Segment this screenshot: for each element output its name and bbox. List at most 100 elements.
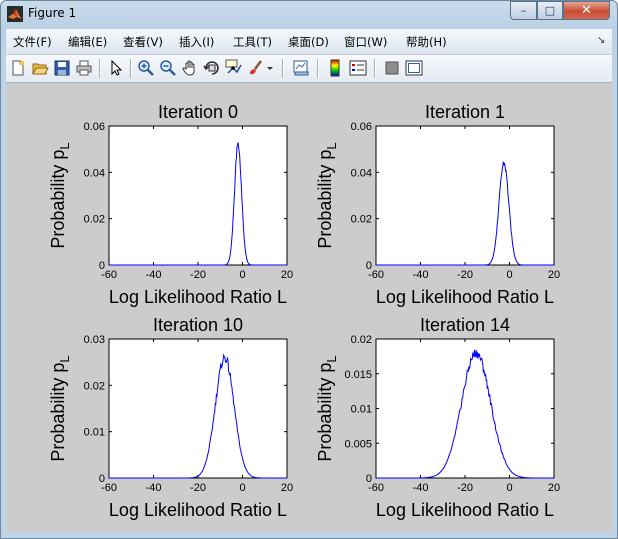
y-tick-label: 0.04 xyxy=(84,167,105,179)
menu-bar: 文件(F) 编辑(E) 查看(V) 插入(I) 工具(T) 桌面(D) 窗口(W… xyxy=(6,29,612,55)
minimize-button[interactable]: – xyxy=(510,1,537,20)
y-tick-label: 0.015 xyxy=(344,369,372,381)
y-tick-label: 0 xyxy=(366,473,372,485)
y-axis-label-subscript: L xyxy=(324,355,339,362)
x-tick-label: 20 xyxy=(548,269,560,281)
window-client-area: 文件(F) 编辑(E) 查看(V) 插入(I) 工具(T) 桌面(D) 窗口(W… xyxy=(6,29,612,532)
x-tick-label: -20 xyxy=(457,269,473,281)
axes-box xyxy=(108,338,288,479)
subplot-2[interactable]: Iteration 1-60 -40 -20 0 2000.020.040.06Log … xyxy=(315,102,560,307)
open-file-icon[interactable] xyxy=(31,59,49,77)
edit-plot-arrow-icon[interactable] xyxy=(107,59,125,77)
close-icon: ✕ xyxy=(581,3,592,18)
menu-file[interactable]: 文件(F) xyxy=(13,34,52,50)
data-cursor-icon[interactable] xyxy=(225,59,243,77)
x-tick-label: 0 xyxy=(239,482,245,494)
toolbar-separator xyxy=(317,59,319,78)
toolbar-separator xyxy=(374,59,376,78)
insert-legend-icon[interactable] xyxy=(349,59,367,77)
maximize-icon: □ xyxy=(544,4,556,17)
menu-help[interactable]: 帮助(H) xyxy=(406,34,447,50)
y-axis-label: Probability pL xyxy=(315,142,339,248)
toolbar-separator xyxy=(282,59,284,78)
menu-desktop[interactable]: 桌面(D) xyxy=(288,34,329,50)
maximize-button[interactable]: □ xyxy=(537,1,563,20)
x-tick-label: -20 xyxy=(190,269,206,281)
y-axis-label-subscript: L xyxy=(57,355,72,362)
title-bar[interactable]: Figure 1 – □ ✕ xyxy=(1,1,617,28)
y-tick-label: 0.06 xyxy=(351,121,372,133)
y-tick-label: 0 xyxy=(99,473,105,485)
y-axis-label: Probability pL xyxy=(315,355,339,461)
y-tick-label: 0.03 xyxy=(84,334,105,346)
x-axis-label: Log Likelihood Ratio L xyxy=(109,287,287,307)
link-plot-icon[interactable] xyxy=(292,59,310,77)
hide-plot-tools-icon[interactable] xyxy=(383,59,401,77)
x-tick-label: 20 xyxy=(548,482,560,494)
new-figure-icon[interactable] xyxy=(9,59,27,77)
zoom-in-icon[interactable] xyxy=(137,59,155,77)
y-tick-label: 0 xyxy=(99,260,105,272)
subplot-4[interactable]: Iteration 14-60 -40 -20 0 2000.0050.010.0150… xyxy=(315,315,560,520)
y-tick-label: 0.04 xyxy=(351,167,372,179)
x-axis-label: Log Likelihood Ratio L xyxy=(109,500,287,520)
subplot-title: Iteration 0 xyxy=(158,102,238,122)
y-axis-label-subscript: L xyxy=(57,142,72,149)
x-tick-label: -20 xyxy=(190,482,206,494)
subplot-3[interactable]: Iteration 10-60 -40 -20 0 2000.010.020.03Log… xyxy=(48,315,293,520)
toolbar-separator xyxy=(130,59,132,78)
axes-box xyxy=(375,338,555,479)
x-tick-label: 20 xyxy=(281,269,293,281)
x-tick-label: 0 xyxy=(506,269,512,281)
y-tick-label: 0.02 xyxy=(84,214,105,226)
show-plot-tools-icon[interactable] xyxy=(405,59,423,77)
menu-tools[interactable]: 工具(T) xyxy=(233,34,272,50)
menu-window[interactable]: 窗口(W) xyxy=(344,34,387,50)
x-tick-label: -40 xyxy=(413,269,429,281)
brush-dropdown-icon[interactable] xyxy=(265,59,275,77)
x-tick-label: 0 xyxy=(506,482,512,494)
minimize-icon: – xyxy=(520,4,527,17)
x-axis-label: Log Likelihood Ratio L xyxy=(376,500,554,520)
menubar-overflow-icon[interactable]: ↘ xyxy=(597,35,605,46)
menu-view[interactable]: 查看(V) xyxy=(123,34,163,50)
subplot-grid: Iteration 0-60 -40 -20 0 2000.020.040.06Log … xyxy=(48,102,560,520)
y-tick-label: 0.02 xyxy=(351,214,372,226)
axes-box xyxy=(108,125,288,266)
brush-icon[interactable] xyxy=(247,59,265,77)
window-title: Figure 1 xyxy=(28,6,77,20)
close-button[interactable]: ✕ xyxy=(563,1,610,20)
y-axis-label: Probability pL xyxy=(48,355,72,461)
y-axis-label-subscript: L xyxy=(324,142,339,149)
x-axis-label: Log Likelihood Ratio L xyxy=(376,287,554,307)
zoom-out-icon[interactable] xyxy=(159,59,177,77)
pan-hand-icon[interactable] xyxy=(181,59,199,77)
matlab-logo-icon xyxy=(7,6,23,22)
rotate-3d-icon[interactable] xyxy=(203,59,221,77)
y-tick-label: 0.06 xyxy=(84,121,105,133)
y-tick-label: 0 xyxy=(366,260,372,272)
insert-colorbar-icon[interactable] xyxy=(326,59,344,77)
axes-box xyxy=(375,125,555,266)
x-tick-label: -40 xyxy=(146,482,162,494)
subplot-1[interactable]: Iteration 0-60 -40 -20 0 2000.020.040.06Log … xyxy=(48,102,293,307)
toolbar-separator xyxy=(99,59,101,78)
subplot-title: Iteration 1 xyxy=(425,102,505,122)
figure-canvas: Iteration 0 -60 -40 -20 0 20 0 0.02 0.04 0.06 Log … xyxy=(6,83,612,532)
y-tick-label: 0.005 xyxy=(344,438,372,450)
save-icon[interactable] xyxy=(53,59,71,77)
x-tick-label: -40 xyxy=(413,482,429,494)
x-tick-label: 0 xyxy=(239,269,245,281)
menu-insert[interactable]: 插入(I) xyxy=(179,34,214,50)
x-tick-label: -20 xyxy=(457,482,473,494)
subplot-title: Iteration 10 xyxy=(153,315,243,335)
y-tick-label: 0.01 xyxy=(351,404,372,416)
y-tick-label: 0.02 xyxy=(84,380,105,392)
figure-window: Figure 1 – □ ✕ 文件(F) 编辑(E) 查看(V) 插入(I) 工… xyxy=(0,0,618,539)
menu-edit[interactable]: 编辑(E) xyxy=(68,34,107,50)
y-tick-label: 0.02 xyxy=(351,334,372,346)
subplot-title: Iteration 14 xyxy=(420,315,510,335)
y-tick-label: 0.01 xyxy=(84,427,105,439)
print-icon[interactable] xyxy=(75,59,93,77)
x-tick-label: 20 xyxy=(281,482,293,494)
